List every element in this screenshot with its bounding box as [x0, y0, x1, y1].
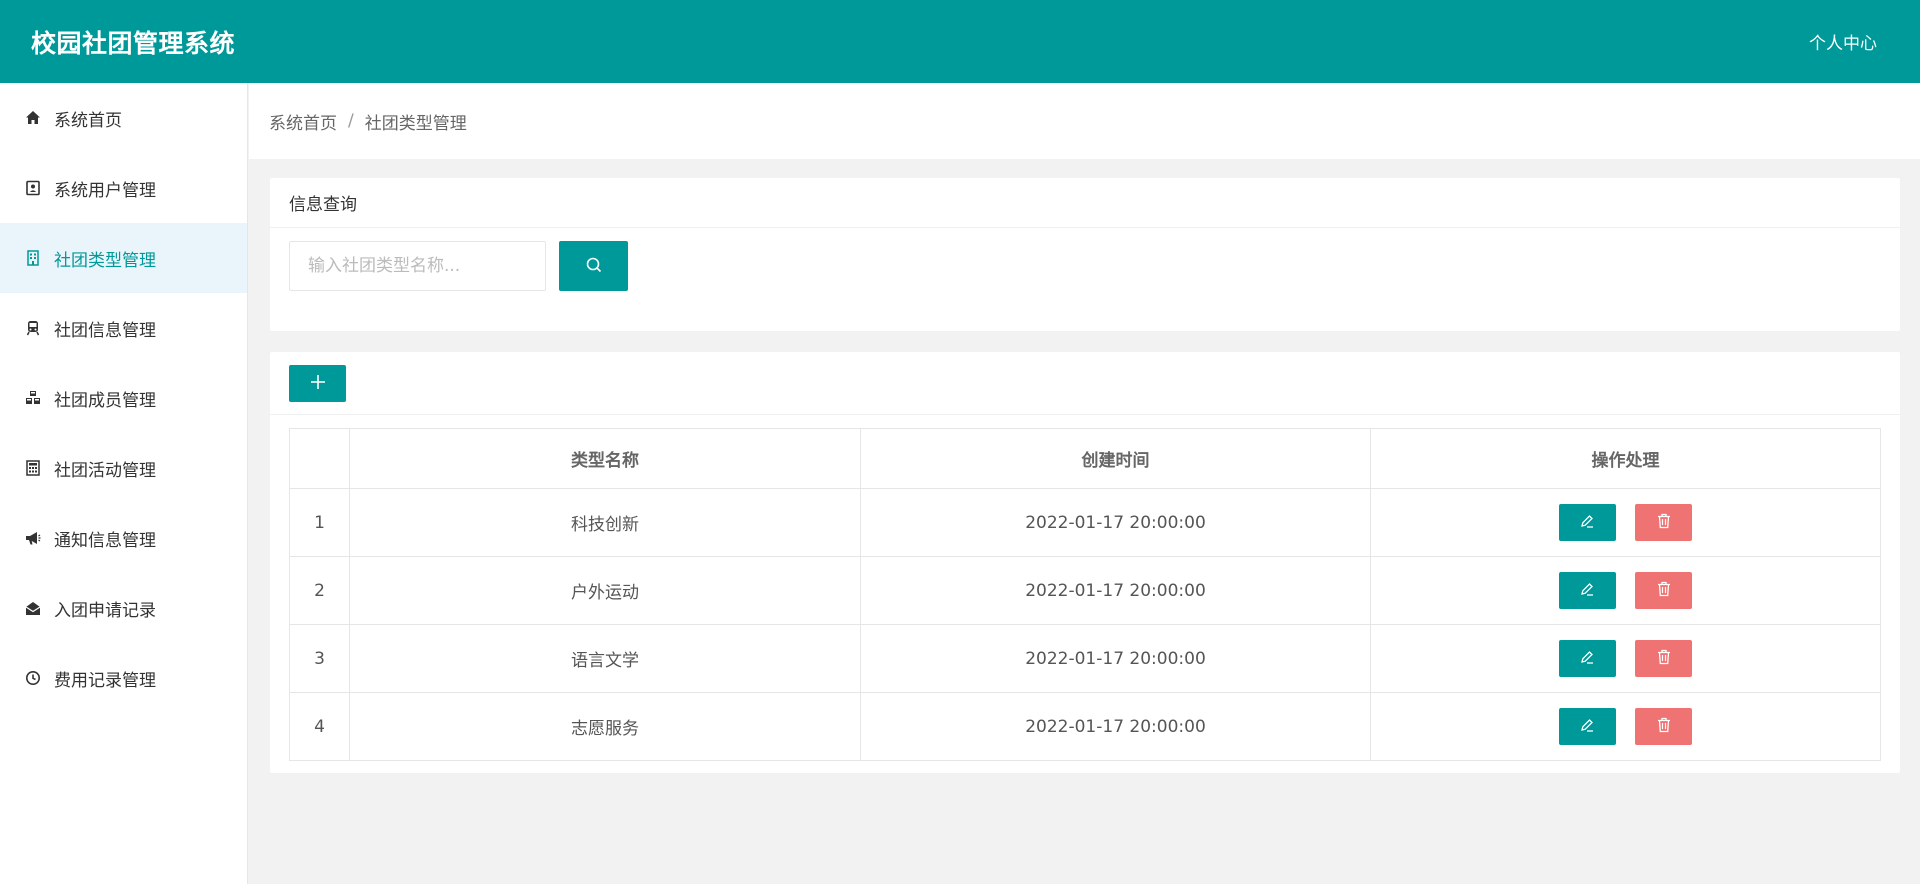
trash-icon	[1655, 512, 1673, 533]
row-type-name: 户外运动	[349, 556, 861, 625]
sidebar-item-label: 系统首页	[54, 110, 122, 131]
sidebar-item-club-members[interactable]: 社团成员管理	[0, 363, 247, 433]
row-actions	[1370, 692, 1881, 761]
sidebar-item-notices[interactable]: 通知信息管理	[0, 503, 247, 573]
trash-icon	[1655, 716, 1673, 737]
row-index: 3	[289, 624, 350, 693]
header-index	[289, 428, 350, 489]
breadcrumb: 系统首页 / 社团类型管理	[249, 83, 1920, 159]
trash-icon	[1655, 580, 1673, 601]
table-card: 类型名称 创建时间 操作处理 1 科技创新 2022-01-17 20:00:0…	[270, 352, 1900, 773]
search-button[interactable]	[559, 241, 628, 291]
search-card-title: 信息查询	[270, 178, 1900, 228]
breadcrumb-home[interactable]: 系统首页	[269, 109, 337, 134]
row-created-time: 2022-01-17 20:00:00	[860, 692, 1371, 761]
row-created-time: 2022-01-17 20:00:00	[860, 556, 1371, 625]
sidebar: 系统首页 系统用户管理 社团类型管理 社团信息管理 社团成员管理 社团活动管理	[0, 83, 248, 884]
edit-button[interactable]	[1558, 708, 1616, 745]
table-row: 2 户外运动 2022-01-17 20:00:00	[289, 556, 1881, 625]
pencil-icon	[1578, 648, 1596, 669]
sidebar-item-label: 系统用户管理	[54, 180, 156, 201]
main-content: 系统首页 / 社团类型管理 信息查询 输入社团类型名称... 类型名称 创建时间…	[249, 83, 1920, 884]
sidebar-item-club-activities[interactable]: 社团活动管理	[0, 433, 247, 503]
table-row: 4 志愿服务 2022-01-17 20:00:00	[289, 692, 1881, 761]
row-type-name: 科技创新	[349, 488, 861, 557]
calculator-icon	[24, 459, 42, 477]
edit-button[interactable]	[1558, 504, 1616, 541]
search-card: 信息查询	[270, 178, 1900, 331]
sidebar-item-label: 社团类型管理	[54, 250, 156, 271]
sidebar-item-label: 费用记录管理	[54, 670, 156, 691]
edit-button[interactable]	[1558, 572, 1616, 609]
home-icon	[24, 109, 42, 127]
header-actions: 操作处理	[1370, 428, 1881, 489]
row-actions	[1370, 556, 1881, 625]
sidebar-item-label: 社团信息管理	[54, 320, 156, 341]
train-icon	[24, 319, 42, 337]
delete-button[interactable]	[1635, 708, 1693, 745]
row-index: 4	[289, 692, 350, 761]
user-center-link[interactable]: 个人中心	[1809, 29, 1889, 54]
megaphone-icon	[24, 529, 42, 547]
row-type-name: 语言文学	[349, 624, 861, 693]
plus-icon	[309, 373, 327, 394]
clock-icon	[24, 669, 42, 687]
row-actions	[1370, 624, 1881, 693]
add-type-button[interactable]	[289, 364, 346, 402]
sidebar-item-fees[interactable]: 费用记录管理	[0, 643, 247, 713]
sidebar-item-label: 通知信息管理	[54, 530, 156, 551]
header-created-time: 创建时间	[860, 428, 1371, 489]
row-created-time: 2022-01-17 20:00:00	[860, 624, 1371, 693]
delete-button[interactable]	[1635, 572, 1693, 609]
search-row	[270, 228, 1900, 304]
sidebar-item-label: 社团成员管理	[54, 390, 156, 411]
search-icon	[585, 256, 603, 277]
top-header: 校园社团管理系统 个人中心	[0, 0, 1920, 83]
row-index: 2	[289, 556, 350, 625]
row-index: 1	[289, 488, 350, 557]
app-title: 校园社团管理系统	[31, 28, 236, 58]
table-row: 1 科技创新 2022-01-17 20:00:00	[289, 488, 1881, 557]
delete-button[interactable]	[1635, 640, 1693, 677]
pencil-icon	[1578, 580, 1596, 601]
sidebar-item-club-types[interactable]: 社团类型管理	[0, 223, 247, 293]
user-card-icon	[24, 179, 42, 197]
sidebar-item-users[interactable]: 系统用户管理	[0, 153, 247, 223]
sidebar-item-label: 社团活动管理	[54, 460, 156, 481]
table-toolbar	[270, 352, 1900, 415]
sidebar-item-join-requests[interactable]: 入团申请记录	[0, 573, 247, 643]
club-type-table: 类型名称 创建时间 操作处理 1 科技创新 2022-01-17 20:00:0…	[289, 428, 1881, 761]
sidebar-item-home[interactable]: 系统首页	[0, 83, 247, 153]
row-created-time: 2022-01-17 20:00:00	[860, 488, 1371, 557]
breadcrumb-separator: /	[348, 111, 354, 131]
pencil-icon	[1578, 716, 1596, 737]
trash-icon	[1655, 648, 1673, 669]
sidebar-item-club-info[interactable]: 社团信息管理	[0, 293, 247, 363]
header-type-name: 类型名称	[349, 428, 861, 489]
delete-button[interactable]	[1635, 504, 1693, 541]
edit-button[interactable]	[1558, 640, 1616, 677]
envelope-open-icon	[24, 599, 42, 617]
sidebar-item-label: 入团申请记录	[54, 600, 156, 621]
row-actions	[1370, 488, 1881, 557]
breadcrumb-current: 社团类型管理	[364, 113, 467, 134]
cubes-icon	[24, 389, 42, 407]
pencil-icon	[1578, 512, 1596, 533]
row-type-name: 志愿服务	[349, 692, 861, 761]
search-input[interactable]	[289, 241, 546, 291]
table-header-row: 类型名称 创建时间 操作处理	[289, 428, 1881, 489]
table-row: 3 语言文学 2022-01-17 20:00:00	[289, 624, 1881, 693]
data-table-wrapper: 类型名称 创建时间 操作处理 1 科技创新 2022-01-17 20:00:0…	[289, 428, 1881, 761]
building-icon	[24, 249, 42, 267]
